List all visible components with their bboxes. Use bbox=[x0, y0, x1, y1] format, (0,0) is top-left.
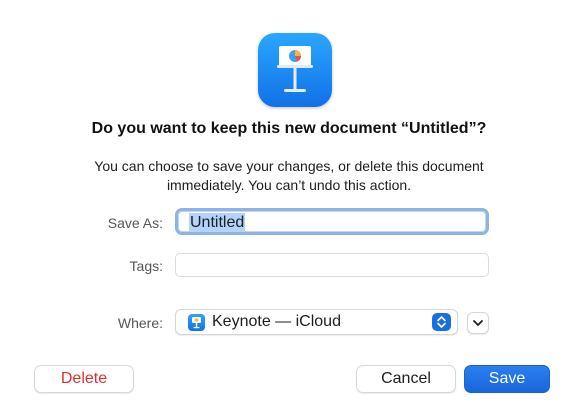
keynote-folder-icon bbox=[188, 314, 205, 331]
where-popup-button[interactable]: Keynote — iCloud bbox=[175, 309, 458, 335]
cancel-button[interactable]: Cancel bbox=[356, 365, 456, 393]
where-value: Keynote — iCloud bbox=[212, 313, 341, 330]
expand-button[interactable] bbox=[467, 312, 489, 334]
save-button[interactable]: Save bbox=[464, 365, 550, 393]
dialog-title: Do you want to keep this new document “U… bbox=[91, 120, 487, 137]
save-dialog: Do you want to keep this new document “U… bbox=[0, 0, 578, 406]
dialog-message: You can choose to save your changes, or … bbox=[94, 158, 484, 193]
keynote-app-icon bbox=[258, 33, 332, 107]
where-label: Where: bbox=[117, 315, 163, 331]
tags-label: Tags: bbox=[129, 258, 163, 274]
save-as-value: Untitled bbox=[189, 213, 246, 232]
tags-field[interactable] bbox=[175, 253, 489, 277]
save-as-field[interactable]: Untitled bbox=[175, 208, 489, 235]
popup-stepper-icon bbox=[432, 313, 451, 331]
chevron-down-icon bbox=[473, 320, 483, 326]
delete-button[interactable]: Delete bbox=[34, 365, 134, 393]
save-as-label: Save As: bbox=[107, 215, 163, 231]
